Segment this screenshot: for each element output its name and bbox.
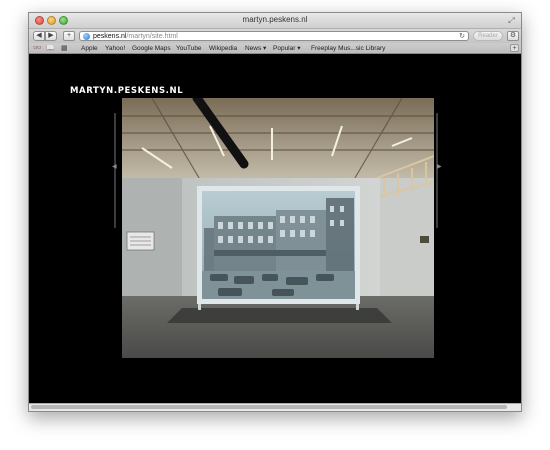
- forward-button[interactable]: ▶: [45, 31, 57, 41]
- reload-icon[interactable]: ↻: [459, 32, 465, 41]
- top-sites-grid-icon[interactable]: ▦: [61, 44, 68, 53]
- globe-icon: [83, 33, 90, 40]
- fullscreen-icon[interactable]: ⤢: [507, 16, 516, 25]
- bookmarks-book-icon[interactable]: 📖: [46, 44, 55, 53]
- reader-button[interactable]: Reader: [473, 31, 503, 41]
- toolbar: ◀ ▶ + peskens.nl/martyn/site.html ↻ Read…: [29, 29, 521, 43]
- back-button[interactable]: ◀: [33, 31, 45, 41]
- bookmark-menu-popular[interactable]: Popular ▾: [273, 44, 300, 53]
- site-title[interactable]: MARTYN.PESKENS.NL: [70, 86, 183, 96]
- next-arrow-icon[interactable]: ▶: [437, 163, 442, 170]
- bookmark-menu-news[interactable]: News ▾: [245, 44, 266, 53]
- reading-list-icon[interactable]: 👓: [33, 44, 42, 53]
- gallery-photo-image: [122, 98, 434, 358]
- bookmark-item[interactable]: Freeplay Mus...sic Library: [311, 44, 385, 53]
- browser-window: martyn.peskens.nl ⤢ ◀ ▶ + peskens.nl/mar…: [28, 12, 522, 412]
- bookmark-item[interactable]: Google Maps: [132, 44, 171, 53]
- back-arrow-icon: ◀: [36, 32, 42, 39]
- gear-icon: ⚙: [509, 32, 517, 39]
- add-bookmark-button[interactable]: +: [63, 31, 75, 41]
- next-slide-bar[interactable]: [436, 113, 438, 228]
- url-host: peskens.nl: [93, 33, 127, 40]
- scrollbar-thumb[interactable]: [31, 405, 507, 409]
- address-bar[interactable]: peskens.nl/martyn/site.html ↻: [79, 31, 469, 41]
- horizontal-scrollbar[interactable]: [29, 403, 521, 411]
- window-title: martyn.peskens.nl: [242, 15, 308, 24]
- url-path: /martyn/site.html: [126, 33, 178, 40]
- settings-button[interactable]: ⚙: [507, 31, 519, 41]
- plus-icon: +: [66, 32, 72, 39]
- bookmarks-bar: 👓 📖 ▦ Apple Yahoo! Google Maps YouTube W…: [29, 43, 521, 54]
- prev-arrow-icon[interactable]: ◀: [112, 163, 117, 170]
- gallery-photo[interactable]: [122, 98, 434, 358]
- bookmark-item[interactable]: Wikipedia: [209, 44, 237, 53]
- add-tab-plus-icon[interactable]: +: [510, 44, 519, 52]
- forward-arrow-icon: ▶: [48, 32, 54, 39]
- title-bar: martyn.peskens.nl ⤢: [29, 13, 521, 29]
- bookmark-item[interactable]: YouTube: [176, 44, 202, 53]
- url-text[interactable]: peskens.nl/martyn/site.html: [93, 32, 178, 41]
- bookmark-item[interactable]: Apple: [81, 44, 98, 53]
- bookmark-item[interactable]: Yahoo!: [105, 44, 125, 53]
- prev-slide-bar[interactable]: [114, 113, 116, 228]
